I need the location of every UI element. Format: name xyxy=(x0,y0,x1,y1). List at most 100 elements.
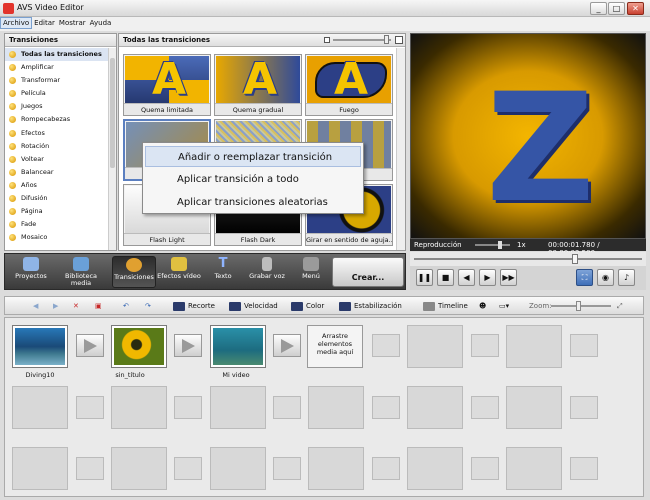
undo-icon[interactable]: ↶ xyxy=(123,301,129,311)
transition-slot[interactable] xyxy=(174,334,202,357)
category-item[interactable]: Amplificar xyxy=(5,61,109,74)
category-item[interactable]: Transformar xyxy=(5,74,109,87)
storyboard-toolbar: ◀ ▶ ✕ ▣ ↶ ↷ Recorte Velocidad Color Esta… xyxy=(4,296,644,315)
folder-icon xyxy=(9,208,16,216)
video-preview: Z xyxy=(410,33,646,239)
seek-bar[interactable] xyxy=(410,252,646,266)
category-item[interactable]: Difusión xyxy=(5,192,109,205)
clip-slot-empty xyxy=(111,386,167,429)
transition-thumb[interactable]: A Quema limitada xyxy=(123,54,211,116)
pause-icon[interactable]: ❚❚ xyxy=(416,269,433,286)
timeline-zoom-slider[interactable] xyxy=(551,305,611,307)
menu-item-add-replace-transition[interactable]: Añadir o reemplazar transición xyxy=(145,146,361,167)
text-button[interactable]: T Texto xyxy=(201,256,245,288)
arrow-icon xyxy=(281,339,294,353)
speed-button[interactable]: Velocidad xyxy=(229,301,278,311)
transition-slot[interactable] xyxy=(76,334,104,357)
speed-knob[interactable] xyxy=(498,241,502,249)
close-button[interactable]: ✕ xyxy=(627,2,644,15)
transition-slot-empty xyxy=(570,334,598,357)
clip-thumb[interactable] xyxy=(12,325,68,368)
projects-button[interactable]: Proyectos xyxy=(9,256,53,288)
menu-ayuda[interactable]: Ayuda xyxy=(88,18,114,28)
speed-slider[interactable] xyxy=(475,244,510,246)
media-library-button[interactable]: Biblioteca media xyxy=(59,256,103,288)
seek-knob[interactable] xyxy=(572,254,578,264)
transition-preview: A xyxy=(216,56,300,104)
transitions-button[interactable]: Transiciones xyxy=(112,256,156,288)
folder-icon xyxy=(9,195,16,203)
maximize-button[interactable]: □ xyxy=(608,2,625,15)
transition-thumb[interactable]: A Fuego xyxy=(305,54,393,116)
transition-slot[interactable] xyxy=(273,334,301,357)
category-item[interactable]: Todas las transiciones xyxy=(5,48,109,62)
create-button[interactable]: Crear... xyxy=(332,257,404,287)
category-item[interactable]: Rompecabezas xyxy=(5,113,109,126)
display-dropdown-icon[interactable]: ▭▾ xyxy=(499,301,509,311)
move-left-icon[interactable]: ◀ xyxy=(33,301,38,311)
next-frame-icon[interactable]: ▶ xyxy=(479,269,496,286)
transition-slot-empty xyxy=(273,457,301,480)
menu-button[interactable]: Menú xyxy=(289,256,333,288)
redo-icon[interactable]: ↷ xyxy=(145,301,151,311)
category-item[interactable]: Mosaico xyxy=(5,231,109,244)
grid-scrollbar[interactable] xyxy=(396,48,405,250)
category-item[interactable]: Juegos xyxy=(5,100,109,113)
menu-editar[interactable]: Editar xyxy=(32,18,57,28)
stop-icon[interactable]: ■ xyxy=(437,269,454,286)
color-button[interactable]: Color xyxy=(291,301,324,311)
delete-icon[interactable]: ✕ xyxy=(73,301,79,311)
transition-slot-empty xyxy=(570,396,598,419)
zoom-out-icon[interactable] xyxy=(324,37,330,43)
category-item[interactable]: Rotación xyxy=(5,140,109,153)
zoom-label: Zoom: xyxy=(529,302,552,310)
clip-slot-empty xyxy=(308,447,364,490)
fast-forward-icon[interactable]: ▶▶ xyxy=(500,269,517,286)
prev-frame-icon[interactable]: ◀ xyxy=(458,269,475,286)
menu-archivo[interactable]: Archivo xyxy=(0,17,33,29)
category-item[interactable]: Voltear xyxy=(5,153,109,166)
transition-preview: A xyxy=(307,56,391,104)
window-title: AVS Video Editor xyxy=(17,3,84,12)
clip-slot-empty xyxy=(210,447,266,490)
fit-icon[interactable]: ⤢ xyxy=(617,301,623,311)
delete-all-icon[interactable]: ▣ xyxy=(95,301,102,311)
zoom-in-icon[interactable] xyxy=(395,36,403,44)
category-item[interactable]: Película xyxy=(5,87,109,100)
move-right-icon[interactable]: ▶ xyxy=(53,301,58,311)
stabilization-icon xyxy=(339,301,351,311)
thumb-size-knob[interactable] xyxy=(384,35,389,44)
folder-icon xyxy=(9,51,16,58)
clip-thumb[interactable] xyxy=(210,325,266,368)
trim-button[interactable]: Recorte xyxy=(173,301,215,311)
timeline-zoom-knob[interactable] xyxy=(576,301,581,311)
preview-letter: Z xyxy=(486,62,595,236)
category-item[interactable]: Años xyxy=(5,179,109,192)
minimize-button[interactable]: _ xyxy=(590,2,607,15)
speed-icon xyxy=(229,301,241,311)
fullscreen-icon[interactable]: ⛶ xyxy=(576,269,593,286)
category-item[interactable]: Balancear xyxy=(5,166,109,179)
timeline-button[interactable]: Timeline xyxy=(423,301,468,311)
volume-icon[interactable]: ♪ xyxy=(618,269,635,286)
menu-item-apply-random[interactable]: Aplicar transiciones aleatorias xyxy=(145,192,361,213)
category-item[interactable]: Efectos xyxy=(5,127,109,140)
main-toolbar: Proyectos Biblioteca media Transiciones … xyxy=(4,253,406,290)
record-voice-button[interactable]: Grabar voz xyxy=(245,256,289,288)
category-item[interactable]: Fade xyxy=(5,218,109,231)
clip-thumb[interactable] xyxy=(111,325,167,368)
scroll-thumb[interactable] xyxy=(110,58,115,168)
thumb-size-slider[interactable] xyxy=(333,39,391,41)
snapshot-icon[interactable]: ◉ xyxy=(597,269,614,286)
category-item[interactable]: Página xyxy=(5,205,109,218)
stabilization-button[interactable]: Estabilización xyxy=(339,301,402,311)
person-icon[interactable]: ☻ xyxy=(479,301,486,311)
menu-mostrar[interactable]: Mostrar xyxy=(57,18,88,28)
video-effects-button[interactable]: Efectos vídeo xyxy=(157,256,201,288)
categories-scrollbar[interactable] xyxy=(108,48,116,250)
microphone-icon xyxy=(262,257,272,271)
transition-preview: A xyxy=(125,56,209,104)
menu-item-apply-to-all[interactable]: Aplicar transición a todo xyxy=(145,169,361,190)
transition-thumb[interactable]: A Quema gradual xyxy=(214,54,302,116)
drop-media-here[interactable]: Arrastre elementos media aquí xyxy=(307,325,363,368)
